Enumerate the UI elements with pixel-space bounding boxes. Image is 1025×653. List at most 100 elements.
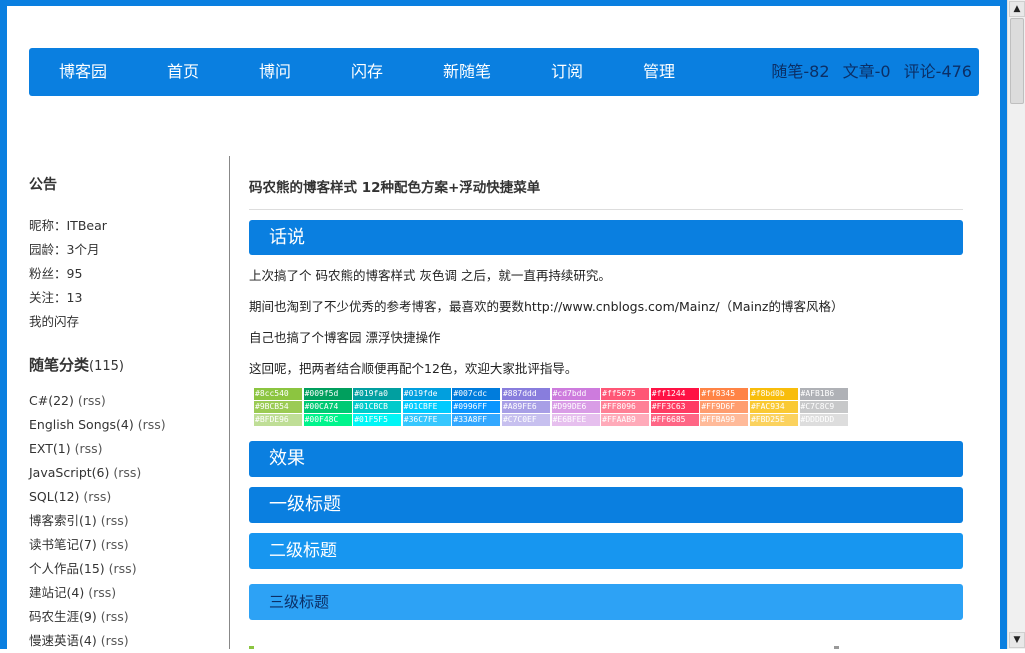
- color-swatch: #AFB1B6: [799, 388, 848, 400]
- color-swatch: #E6BFEE: [551, 414, 600, 426]
- heading-level-3-sample: 三级标题: [249, 584, 963, 620]
- color-swatch: #33A8FF: [452, 414, 501, 426]
- color-swatch: #019fa0: [353, 388, 402, 400]
- color-swatch: #FBD25E: [749, 414, 798, 426]
- window-frame-left: [0, 0, 7, 649]
- color-swatch: #01CBCB: [353, 401, 402, 413]
- category-name[interactable]: 读书笔记(7): [29, 537, 97, 552]
- color-swatch: #FF6685: [650, 414, 699, 426]
- category-rss-link[interactable]: (rss): [75, 441, 103, 456]
- category-name[interactable]: 建站记(4): [29, 585, 84, 600]
- color-swatch: #f8bd0b: [749, 388, 798, 400]
- stat-articles: 文章-0: [842, 62, 891, 81]
- category-item[interactable]: SQL(12) (rss): [29, 485, 224, 509]
- category-item[interactable]: English Songs(4) (rss): [29, 413, 224, 437]
- category-name[interactable]: C#(22): [29, 393, 74, 408]
- section-heading-intro: 话说: [249, 220, 963, 255]
- category-name[interactable]: SQL(12): [29, 489, 79, 504]
- color-swatch: #FF8096: [601, 401, 650, 413]
- profile-age: 园龄：3个月: [29, 242, 100, 257]
- color-swatch: #BFDE96: [254, 414, 302, 426]
- color-swatch: #36C7FE: [402, 414, 451, 426]
- top-navbar: 博客园 首页 博问 闪存 新随笔 订阅 管理 随笔-82 文章-0 评论-476: [29, 48, 979, 96]
- paragraph-1: 上次搞了个 码农熊的博客样式 灰色调 之后，就一直再持续研究。: [249, 268, 611, 283]
- swatch-row: #9BCB54 #00CA74 #01CBCB #01CBFE #0996FF #A89F…: [254, 401, 963, 413]
- color-swatch: #A89FE6: [501, 401, 550, 413]
- nav-item-cnblogs[interactable]: 博客园: [59, 48, 107, 96]
- category-rss-link[interactable]: (rss): [88, 585, 116, 600]
- vertical-scrollbar[interactable]: ▲ ▼: [1007, 0, 1025, 649]
- nav-item-new-post[interactable]: 新随笔: [443, 48, 491, 96]
- category-item[interactable]: 码农生涯(9) (rss): [29, 605, 224, 629]
- color-swatch: #0996FF: [452, 401, 501, 413]
- nav-item-flash[interactable]: 闪存: [351, 48, 383, 96]
- color-swatch: #D99DE6: [551, 401, 600, 413]
- category-item[interactable]: 博客索引(1) (rss): [29, 509, 224, 533]
- color-swatch: #FF9D6F: [700, 401, 749, 413]
- swatch-row: #BFDE96 #00F48C #01F5F5 #36C7FE #33A8FF #C7C0…: [254, 414, 963, 426]
- nav-item-home[interactable]: 首页: [167, 48, 199, 96]
- category-name[interactable]: EXT(1): [29, 441, 71, 456]
- category-rss-link[interactable]: (rss): [101, 609, 129, 624]
- paragraph-2: 期间也淘到了不少优秀的参考博客，最喜欢的要数http://www.cnblogs…: [249, 299, 844, 314]
- category-item[interactable]: EXT(1) (rss): [29, 437, 224, 461]
- category-list: C#(22) (rss) English Songs(4) (rss) EXT(1)…: [29, 389, 224, 653]
- category-rss-link[interactable]: (rss): [113, 465, 141, 480]
- color-swatch: #FF3C63: [650, 401, 699, 413]
- blog-stats: 随笔-82 文章-0 评论-476: [763, 48, 972, 96]
- color-swatch: #00F48C: [303, 414, 352, 426]
- category-name[interactable]: 博客索引(1): [29, 513, 97, 528]
- scroll-up-arrow-icon[interactable]: ▲: [1009, 1, 1025, 17]
- color-swatch: #8cc540: [254, 388, 302, 400]
- color-swatch: #FAC934: [749, 401, 798, 413]
- color-swatch: #007cdc: [452, 388, 501, 400]
- nav-item-manage[interactable]: 管理: [643, 48, 675, 96]
- categories-heading: 随笔分类(115): [29, 354, 224, 375]
- category-name[interactable]: 码农生涯(9): [29, 609, 97, 624]
- category-item[interactable]: 读书笔记(7) (rss): [29, 533, 224, 557]
- heading-level-1-sample: 一级标题: [249, 487, 963, 523]
- category-item[interactable]: 个人作品(15) (rss): [29, 557, 224, 581]
- scroll-down-arrow-icon[interactable]: ▼: [1009, 632, 1025, 648]
- color-swatch: #9BCB54: [254, 401, 302, 413]
- nav-item-ask[interactable]: 博问: [259, 48, 291, 96]
- color-swatch: #00CA74: [303, 401, 352, 413]
- my-flash-link[interactable]: 我的闪存: [29, 310, 224, 334]
- category-name[interactable]: 慢速英语(4): [29, 633, 97, 648]
- category-item[interactable]: 建站记(4) (rss): [29, 581, 224, 605]
- color-swatch: #ff8345: [700, 388, 749, 400]
- stat-posts: 随笔-82: [771, 62, 830, 81]
- categories-count: (115): [89, 359, 124, 374]
- category-rss-link[interactable]: (rss): [78, 393, 106, 408]
- category-item[interactable]: 慢速英语(4) (rss): [29, 629, 224, 653]
- category-rss-link[interactable]: (rss): [138, 417, 166, 432]
- color-swatch: #C7C0EF: [501, 414, 550, 426]
- color-swatch: #887ddd: [501, 388, 550, 400]
- post-title[interactable]: 码农熊的博客样式 12种配色方案+浮动快捷菜单: [249, 180, 963, 196]
- category-name[interactable]: English Songs(4): [29, 417, 134, 432]
- category-rss-link[interactable]: (rss): [101, 513, 129, 528]
- category-name[interactable]: 个人作品(15): [29, 561, 105, 576]
- category-rss-link[interactable]: (rss): [83, 489, 111, 504]
- color-swatch: #ff5675: [601, 388, 650, 400]
- nav-item-subscribe[interactable]: 订阅: [551, 48, 583, 96]
- paragraph-3: 自己也搞了个博客园 漂浮快捷操作: [249, 330, 441, 345]
- color-swatch: #C7C8C9: [799, 401, 848, 413]
- category-item[interactable]: C#(22) (rss): [29, 389, 224, 413]
- color-swatch: #cd7bdd: [551, 388, 600, 400]
- category-rss-link[interactable]: (rss): [101, 537, 129, 552]
- window-frame-right: [1000, 0, 1007, 649]
- color-swatch: #DDDDDD: [799, 414, 848, 426]
- notice-heading: 公告: [29, 177, 57, 193]
- section-heading-effect: 效果: [249, 441, 963, 477]
- color-swatch: #FFAAB9: [601, 414, 650, 426]
- paragraph-4: 这回呢，把两者结合顺便再配个12色，欢迎大家批评指导。: [249, 361, 578, 376]
- category-item[interactable]: JavaScript(6) (rss): [29, 461, 224, 485]
- profile-fans-link[interactable]: 粉丝：95: [29, 262, 224, 286]
- category-rss-link[interactable]: (rss): [101, 633, 129, 648]
- category-name[interactable]: JavaScript(6): [29, 465, 109, 480]
- category-rss-link[interactable]: (rss): [109, 561, 137, 576]
- scrollbar-thumb[interactable]: [1010, 18, 1024, 104]
- color-swatch: #FFBA99: [700, 414, 749, 426]
- profile-follow-link[interactable]: 关注：13: [29, 286, 224, 310]
